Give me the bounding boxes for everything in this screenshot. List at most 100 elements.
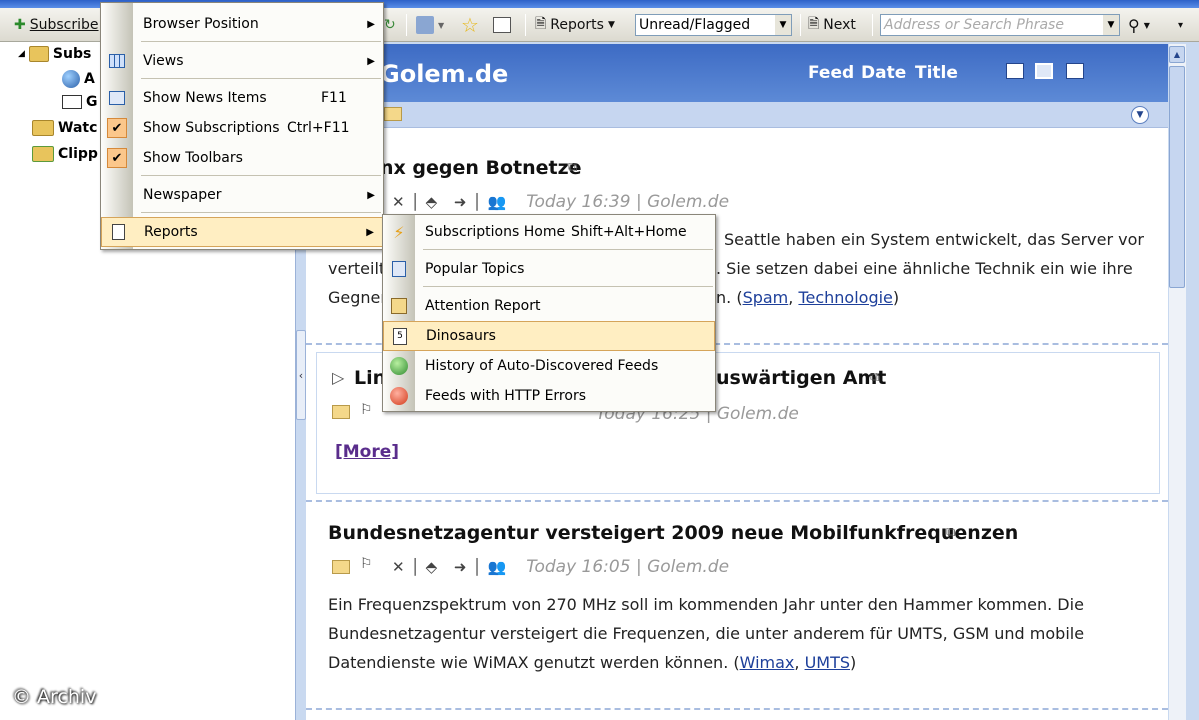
menu-item-label: Dinosaurs [426,328,496,344]
menu-item-show-subscriptions[interactable]: ✔ Show Subscriptions Ctrl+F11 [101,113,383,143]
article-meta: ✕│⬘ ➜│👥 Today 16:05 | Golem.de [392,557,729,577]
collapse-all-button[interactable]: ▼ [1131,106,1149,124]
sort-by-date-link[interactable]: Date [861,63,906,83]
chevron-down-icon: ▼ [1136,110,1144,120]
submenu-arrow-icon: ▶ [367,18,375,30]
menu-item-views[interactable]: Views ▶ [101,46,383,76]
submenu-arrow-icon: ▶ [366,226,374,238]
menu-item-shortcut: F11 [321,90,347,106]
popular-topics-icon [389,259,409,279]
article-title[interactable]: nx gegen Botnetze [380,157,582,179]
menu-item-auto-discovered-history[interactable]: History of Auto-Discovered Feeds [383,351,715,381]
article-meta: ✕│⬘ ➜│👥 Today 16:39 | Golem.de [392,192,729,212]
tree-item-clippings[interactable]: Clipp [32,146,98,162]
expand-arrow-icon[interactable]: ▷ [332,368,344,387]
tag-link-wimax[interactable]: Wimax [740,653,795,672]
article-body-line: Bundesnetzagentur versteigert die Freque… [328,624,1085,643]
filter-select[interactable]: Unread/Flagged ▼ [635,14,792,36]
address-search-input[interactable]: Address or Search Phrase ▼ [880,14,1120,36]
tree-item-feed[interactable]: A [62,70,95,88]
menu-item-show-news-items[interactable]: Show News Items F11 [101,83,383,113]
article-date: Today 16:39 | Golem.de [526,192,730,212]
flag-icon[interactable]: ⚐ [360,556,373,572]
menu-item-dinosaurs[interactable]: 5 Dinosaurs [383,321,715,351]
tag-link-spam[interactable]: Spam [743,288,789,307]
menu-item-label: Subscriptions Home [425,224,566,240]
grid-view-icon [107,51,127,71]
open-in-tab-icon[interactable]: ⧉ [568,160,577,175]
star-icon[interactable]: ☆ [461,13,479,37]
report-icon [108,222,128,242]
splitter-collapse-handle[interactable]: ‹ [296,330,306,420]
rss-feed-icon[interactable]: ▼ [416,13,444,37]
detail-view-icon[interactable] [1035,63,1053,79]
tree-item-subscriptions[interactable]: ◢ Subs [18,46,91,62]
article-body-line: Seattle haben ein System entwickelt, das… [724,230,1144,249]
chevron-down-icon[interactable]: ▼ [1103,15,1119,35]
refresh-icon[interactable]: ↻ [384,13,396,37]
tree-item-label: G [86,94,98,110]
menu-separator [141,41,381,42]
tag-link-technologie[interactable]: Technologie [798,288,892,307]
open-in-tab-icon[interactable]: ⧉ [946,525,955,540]
menu-item-show-toolbars[interactable]: ✔ Show Toolbars [101,143,383,173]
article-tools-icons[interactable]: ✕│⬘ ➜│👥 [392,193,512,211]
menu-item-subscriptions-home[interactable]: ⚡ Subscriptions Home Shift+Alt+Home [383,217,715,247]
clippings-folder-icon [32,146,54,162]
chevron-down-icon[interactable]: ▼ [775,15,791,35]
subscribe-button[interactable]: ✚ Subscribe [14,13,99,37]
scrollbar-thumb[interactable] [1169,66,1185,288]
menu-separator [423,286,713,287]
next-icon: 🗎 [808,16,820,32]
sort-by-title-link[interactable]: Title [915,63,958,83]
window-border [1186,44,1199,720]
toolbar-overflow-icon[interactable]: ▾ [1178,13,1183,37]
more-link[interactable]: [More] [335,442,399,462]
menu-item-http-errors[interactable]: Feeds with HTTP Errors [383,381,715,411]
full-view-icon[interactable] [1066,63,1084,79]
menu-item-label: Popular Topics [425,261,525,277]
open-in-tab-icon[interactable]: ⧉ [870,370,879,385]
list-view-icon[interactable] [1006,63,1024,79]
next-button[interactable]: 🗎 Next [808,13,856,37]
tree-item-label: Subs [52,46,92,62]
mail-icon[interactable] [384,107,402,121]
article-title[interactable]: Bundesnetzagentur versteigert 2009 neue … [328,522,1018,544]
article-divider [306,708,1168,710]
menu-item-label: Attention Report [425,298,541,314]
scroll-up-button[interactable]: ▲ [1169,46,1185,63]
article-body-line: verteilt [328,259,386,278]
collapse-icon[interactable]: ◢ [18,49,25,59]
menu-item-label: Browser Position [143,16,259,32]
tag-link-umts[interactable]: UMTS [805,653,850,672]
new-tab-icon[interactable] [493,13,511,37]
reports-dropdown-button[interactable]: 🗎 Reports ▼ [535,13,615,37]
mail-icon[interactable] [332,405,350,419]
article-tools-icons[interactable]: ✕│⬘ ➜│👥 [392,558,512,576]
menu-item-popular-topics[interactable]: Popular Topics [383,254,715,284]
history-icon [389,356,409,376]
error-icon [389,386,409,406]
article-title-end[interactable]: uswärtigen Amt [716,367,886,389]
feed-subheader [306,102,1168,128]
menu-item-shortcut: Shift+Alt+Home [571,224,687,240]
toolbar-separator [525,14,526,36]
search-icon[interactable]: ⚲ ▼ [1128,13,1150,37]
menu-item-shortcut: Ctrl+F11 [287,120,350,136]
menu-item-label: History of Auto-Discovered Feeds [425,358,659,374]
flag-icon[interactable]: ⚐ [360,402,373,418]
article-body-line: Datendienste wie WiMAX genutzt werden kö… [328,653,740,672]
folder-globe-icon [28,46,49,62]
feed-title: Golem.de [380,60,509,88]
menu-item-reports[interactable]: Reports ▶ [101,217,383,247]
tree-item-golem[interactable]: G [62,94,98,110]
news-items-icon [107,88,127,108]
tree-item-watched[interactable]: Watc [32,120,97,136]
toolbar-separator [800,14,801,36]
menu-item-attention-report[interactable]: Attention Report [383,291,715,321]
mail-icon[interactable] [332,560,350,574]
tree-item-label: Watc [58,120,98,136]
menu-item-browser-position[interactable]: Browser Position ▶ [101,9,383,39]
menu-item-newspaper[interactable]: Newspaper ▶ [101,180,383,210]
sort-by-feed-link[interactable]: Feed [808,63,854,83]
